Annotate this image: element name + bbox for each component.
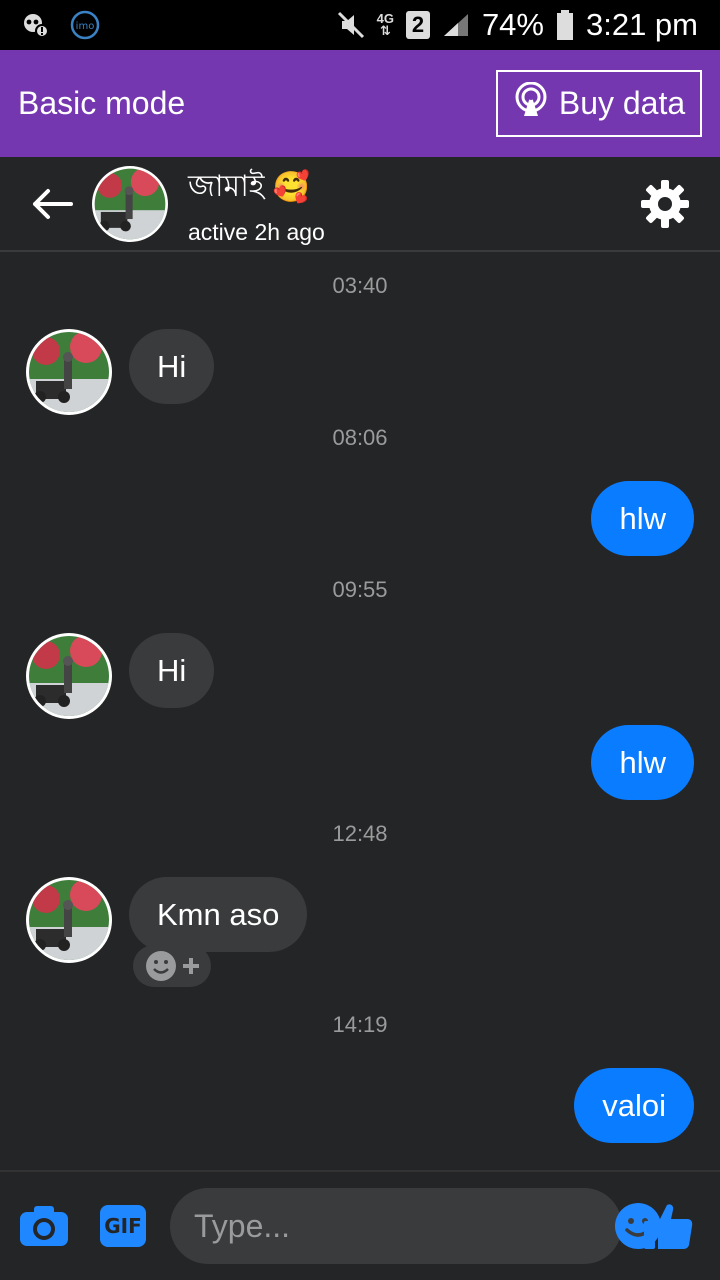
mute-icon [337,11,365,39]
active-status: active 2h ago [188,218,325,245]
basic-mode-bar: Basic mode Buy data [0,50,720,157]
camera-icon [20,1206,68,1246]
message-timestamp: 08:06 [332,425,388,450]
message-input[interactable] [194,1207,614,1245]
sender-avatar[interactable] [26,329,112,415]
plus-icon [183,958,199,974]
message-input-wrapper [170,1188,661,1264]
battery-percent: 74% [481,7,544,42]
mode-title: Basic mode [18,85,186,121]
chat-header: জামাই 🥰 active 2h ago [0,157,720,252]
broadcast-icon [513,81,549,126]
imo-app-icon: imo [70,10,100,40]
smiling-hearts-emoji-icon: 🥰 [272,169,310,205]
message-timestamp: 14:19 [332,1012,388,1037]
back-arrow-icon [33,188,73,219]
thumbs-up-icon [644,1204,693,1249]
incoming-message[interactable]: Kmn aso [129,877,308,952]
gear-icon [641,179,689,228]
buy-data-button[interactable]: Buy data [496,70,702,137]
composer-bar: GIF [0,1170,720,1280]
signal-icon [442,12,470,38]
incoming-message[interactable]: Hi [129,633,215,708]
incognito-notification-icon [22,11,50,39]
message-timestamp: 09:55 [332,577,388,602]
battery-icon [556,10,574,40]
message-timestamp: 12:48 [332,821,388,846]
outgoing-message[interactable]: hlw [591,481,694,556]
settings-button[interactable] [638,177,692,231]
back-button[interactable] [22,174,82,234]
status-bar: imo 4G ⇅ 2 74% 3:21 pm [0,0,720,50]
like-button[interactable] [640,1198,696,1254]
outgoing-message[interactable]: valoi [574,1068,694,1143]
imo-app-label: imo [76,21,95,32]
camera-button[interactable] [18,1200,70,1252]
gif-button[interactable]: GIF [100,1205,146,1247]
network-4g-icon: 4G ⇅ [376,11,394,38]
incoming-message[interactable]: Hi [129,329,215,404]
buy-data-label: Buy data [558,85,686,121]
add-reaction-button[interactable] [133,945,211,987]
contact-avatar[interactable] [92,165,168,242]
outgoing-message[interactable]: hlw [591,725,694,800]
contact-name: জামাই 🥰 [188,168,310,205]
message-list[interactable]: 03:40 Hi 08:06 hlw 09:55 Hi hlw 12:48 Km… [0,254,720,1170]
sim-badge: 2 [405,11,430,39]
clock: 3:21 pm [585,7,698,42]
smiley-icon [146,951,176,981]
sender-avatar[interactable] [26,633,112,719]
sender-avatar[interactable] [26,877,112,963]
message-timestamp: 03:40 [332,273,388,298]
